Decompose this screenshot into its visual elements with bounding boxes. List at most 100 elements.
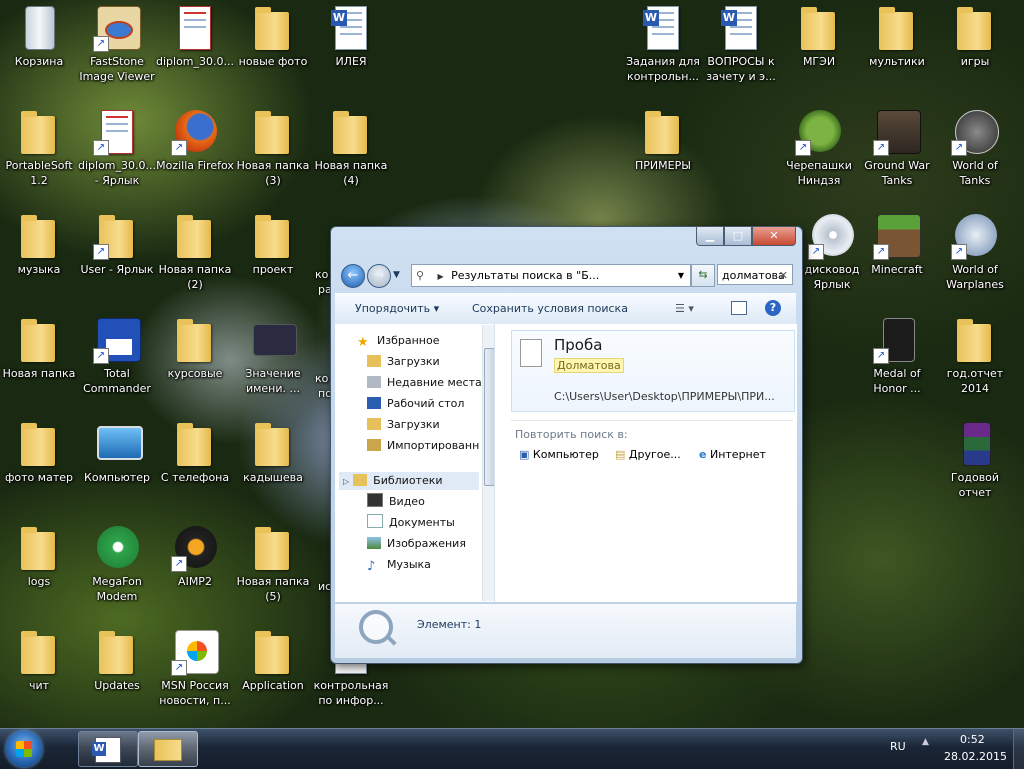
address-dropdown-icon[interactable]: ▼ <box>678 265 684 286</box>
back-button[interactable]: ← <box>341 264 365 288</box>
repeat-internet[interactable]: e Интернет <box>699 448 766 461</box>
language-indicator[interactable]: RU <box>890 740 906 753</box>
folder-proekt[interactable]: проект <box>234 208 312 308</box>
result-item[interactable]: Проба Долматова C:\Users\User\Desktop\ПР… <box>511 330 795 412</box>
folder-new-photo[interactable]: новые фото <box>234 0 312 100</box>
folder-s-telefona[interactable]: С телефона <box>156 416 234 516</box>
folder-muzyka[interactable]: музыка <box>0 208 78 308</box>
folder-igry[interactable]: игры <box>936 0 1014 100</box>
nav-favorites[interactable]: ★ Избранное <box>357 332 439 350</box>
folder-kursovye[interactable]: курсовые <box>156 312 234 412</box>
show-desktop-button[interactable] <box>1013 729 1024 769</box>
nav-downloads-2[interactable]: Загрузки <box>367 416 440 434</box>
nav-scrollbar-thumb[interactable] <box>484 348 494 486</box>
folder-new-3[interactable]: Новая папка (3) <box>234 104 312 204</box>
folder-multiki[interactable]: мультики <box>858 0 936 100</box>
view-options-icon[interactable]: ☰ ▾ <box>675 302 694 315</box>
taskbar-explorer[interactable] <box>138 731 198 767</box>
folder-new-2[interactable]: Новая папка (2) <box>156 208 234 308</box>
nav-music[interactable]: ♪ Музыка <box>367 556 431 574</box>
breadcrumb-arrow-icon[interactable]: ▶ <box>438 272 444 281</box>
minimize-button[interactable]: ▁ <box>696 227 724 246</box>
search-icon-handle <box>385 634 397 646</box>
folder-icon: ▤ <box>615 448 626 461</box>
turtles-shortcut[interactable]: ↗ Черепашки Ниндзя <box>780 104 858 204</box>
dvd-shortcut[interactable]: ↗ дисковод Ярлык <box>802 208 862 308</box>
details-pane: Элемент: 1 <box>335 603 796 658</box>
help-icon[interactable]: ? <box>765 300 781 316</box>
import-icon <box>367 439 381 451</box>
forward-button[interactable]: → <box>367 264 391 288</box>
address-bar[interactable]: ⚲ ▶ Результаты поиска в "Б... ▼ <box>411 264 691 287</box>
refresh-button[interactable]: ⇆ <box>691 264 715 287</box>
clear-search-icon[interactable]: ✕ <box>779 265 788 286</box>
winrar-archive[interactable]: Годовой отчет <box>936 416 1014 516</box>
maximize-button[interactable]: □ <box>724 227 752 246</box>
navigation-pane: ★ Избранное Загрузки Недавние места Рабоч… <box>335 324 495 602</box>
folder-foto-mater[interactable]: фото матер <box>0 416 78 516</box>
folder-new[interactable]: Новая папка <box>0 312 78 412</box>
word-document-icon: W <box>639 4 687 52</box>
tray-arrow-icon[interactable]: ▲ <box>922 737 929 747</box>
save-search-button[interactable]: Сохранить условия поиска <box>472 302 628 315</box>
video-file[interactable]: Значение имени. ... <box>234 312 312 412</box>
nav-images[interactable]: Изображения <box>367 535 466 553</box>
aimp-icon: ↗ <box>171 524 219 572</box>
folder-updates[interactable]: Updates <box>78 624 156 724</box>
folder-god-otchet-2014[interactable]: год.отчет 2014 <box>936 312 1014 412</box>
folder-mgei[interactable]: МГЭИ <box>780 0 858 100</box>
msn-shortcut[interactable]: ↗ MSN Россия новости, п... <box>156 624 234 724</box>
megafon-shortcut[interactable]: MegaFon Modem <box>78 520 156 620</box>
folder-primery[interactable]: ПРИМЕРЫ <box>624 104 702 204</box>
organize-button[interactable]: Упорядочить ▾ <box>355 302 439 315</box>
folder-new-5[interactable]: Новая папка (5) <box>234 520 312 620</box>
nav-desktop[interactable]: Рабочий стол <box>367 395 464 413</box>
taskbar: W RU ▲ 0:52 28.02.2015 <box>0 728 1024 769</box>
word-doc-ileya[interactable]: W ИЛЕЯ <box>312 0 390 100</box>
folder-portablesoft[interactable]: PortableSoft 1.2 <box>0 104 78 204</box>
faststone-shortcut[interactable]: ↗ FastStone Image Viewer <box>78 0 156 100</box>
taskbar-word[interactable]: W <box>78 731 138 767</box>
nav-video[interactable]: Видео <box>367 493 425 511</box>
explorer-window[interactable]: ▁ □ ✕ ← → ▼ ⚲ ▶ Результаты поиска в "Б..… <box>330 226 803 664</box>
folder-chit[interactable]: чит <box>0 624 78 724</box>
winrar-icon <box>951 420 999 468</box>
folder-logs[interactable]: logs <box>0 520 78 620</box>
folder-icon <box>639 108 687 156</box>
start-button[interactable] <box>6 731 42 767</box>
folder-application[interactable]: Application <box>234 624 312 724</box>
computer-icon[interactable]: Компьютер <box>78 416 156 516</box>
wot-shortcut[interactable]: ↗ World of Tanks <box>936 104 1014 204</box>
close-button[interactable]: ✕ <box>752 227 796 246</box>
search-input[interactable]: долматова ✕ <box>717 264 793 285</box>
total-commander-shortcut[interactable]: ↗ Total Commander <box>78 312 156 412</box>
diplom-shortcut[interactable]: ↗ diplom_30.0... - Ярлык <box>78 104 156 204</box>
folder-kadysheva[interactable]: кадышева <box>234 416 312 516</box>
folder-new-4[interactable]: Новая папка (4) <box>312 104 390 204</box>
nav-libraries[interactable]: ▷ Библиотеки <box>339 472 479 490</box>
msn-butterfly-icon: ↗ <box>171 628 219 676</box>
repeat-other[interactable]: ▤ Другое... <box>615 448 681 461</box>
word-doc-zadaniya[interactable]: W Задания для контрольн... <box>624 0 702 100</box>
nav-downloads[interactable]: Загрузки <box>367 353 440 371</box>
preview-pane-icon[interactable] <box>731 301 747 315</box>
aimp-shortcut[interactable]: ↗ AIMP2 <box>156 520 234 620</box>
clock-time[interactable]: 0:52 <box>960 733 985 746</box>
clock-date[interactable]: 28.02.2015 <box>944 750 1007 763</box>
medal-of-honor-shortcut[interactable]: ↗ Medal of Honor ... <box>858 312 936 412</box>
ground-war-shortcut[interactable]: ↗ Ground War Tanks <box>858 104 936 204</box>
recycle-bin-icon[interactable]: Корзина <box>0 0 78 100</box>
recent-pages-dropdown[interactable]: ▼ <box>393 270 400 280</box>
nav-documents[interactable]: Документы <box>367 514 455 532</box>
wowp-shortcut[interactable]: ↗ World of Warplanes <box>936 208 1014 308</box>
word-doc-voprosy[interactable]: W ВОПРОСЫ к зачету и э... <box>702 0 780 100</box>
nav-imported[interactable]: Импортированн <box>367 437 479 455</box>
repeat-computer[interactable]: ▣ Компьютер <box>519 448 599 461</box>
word-icon: W <box>92 737 121 763</box>
firefox-shortcut[interactable]: ↗ Mozilla Firefox <box>156 104 234 204</box>
expand-arrow-icon[interactable]: ▷ <box>343 477 349 486</box>
diplom-file[interactable]: diplom_30.0... <box>156 0 234 100</box>
minecraft-shortcut[interactable]: ↗ Minecraft <box>858 208 936 308</box>
user-shortcut[interactable]: ↗ User - Ярлык <box>78 208 156 308</box>
nav-recent[interactable]: Недавние места <box>367 374 482 392</box>
